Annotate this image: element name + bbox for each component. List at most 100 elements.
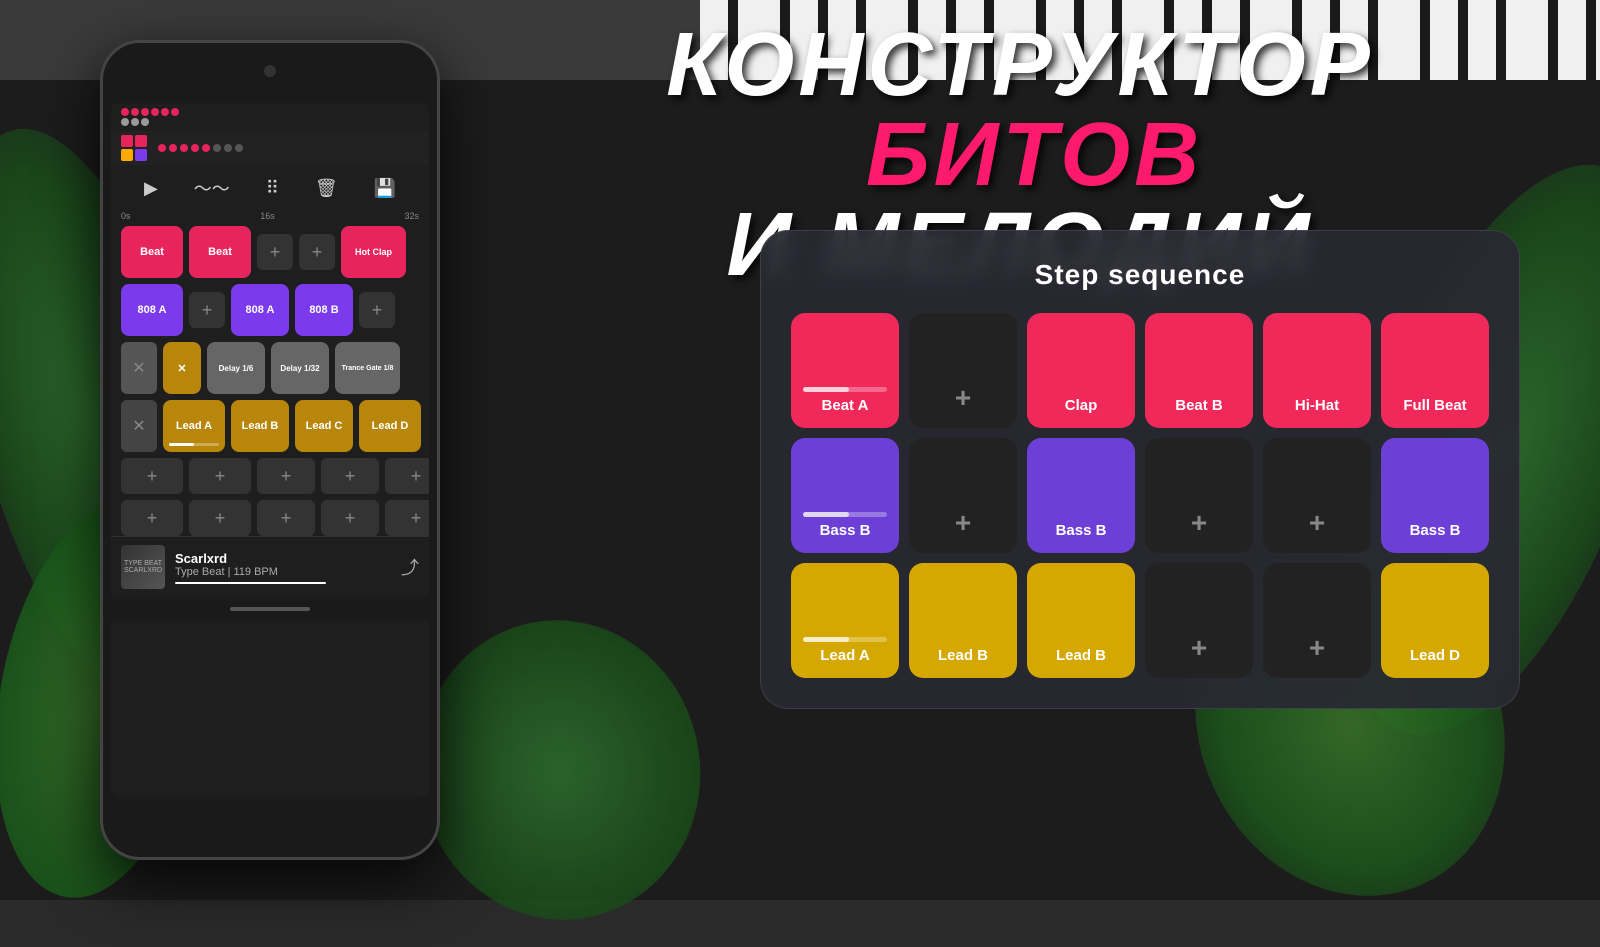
loop-row-808: 808 A + 808 A 808 B +: [121, 284, 419, 336]
loop-block-lead-a[interactable]: Lead A: [163, 400, 225, 452]
cell-volume-slider: [803, 637, 887, 642]
step-cell-hihat[interactable]: Hi-Hat: [1263, 313, 1371, 428]
loop-block-808a[interactable]: 808 A: [121, 284, 183, 336]
step-sequence-panel: Step sequence Beat A + Clap Beat B Hi-Ha…: [760, 230, 1520, 709]
add-loop-button[interactable]: +: [121, 458, 183, 494]
loop-block-808a2[interactable]: 808 A: [231, 284, 289, 336]
step-cell-label: Lead B: [1056, 647, 1106, 664]
status-dot: [121, 108, 129, 116]
step-cell-label: Hi-Hat: [1295, 397, 1339, 414]
phone-loop-area: Beat Beat + + Hot Clap 808 A + 808 A 808…: [111, 226, 429, 536]
pattern-indicator-dot: [202, 144, 210, 152]
step-cell-add-3[interactable]: +: [1145, 438, 1253, 553]
status-dot: [131, 118, 139, 126]
status-dot: [161, 108, 169, 116]
step-cell-lead-b-2[interactable]: Lead B: [1027, 563, 1135, 678]
timeline-16s: 16s: [260, 211, 275, 221]
loop-block-hot-clap[interactable]: Hot Clap: [341, 226, 406, 278]
loop-row-lead: ✕ Lead A Lead B Lead C Lead D: [121, 400, 419, 452]
save-icon[interactable]: 💾: [374, 178, 396, 199]
phone-bottom-bar: TYPE BEAT SCARLXRD Scarlxrd Type Beat | …: [111, 536, 429, 597]
loop-block-808b[interactable]: 808 B: [295, 284, 353, 336]
step-cell-beat-a[interactable]: Beat A: [791, 313, 899, 428]
pattern-indicator-dot: [213, 144, 221, 152]
loop-block-lead-c[interactable]: Lead C: [295, 400, 353, 452]
trash-icon[interactable]: 🗑: [315, 178, 338, 199]
step-cell-beat-b[interactable]: Beat B: [1145, 313, 1253, 428]
pattern-cell: [121, 149, 133, 161]
step-cell-lead-d[interactable]: Lead D: [1381, 563, 1489, 678]
step-cell-lead-b-1[interactable]: Lead B: [909, 563, 1017, 678]
loop-block-delay2[interactable]: Delay 1/32: [271, 342, 329, 394]
add-loop-button[interactable]: +: [189, 458, 251, 494]
step-cell-add-6[interactable]: +: [1263, 563, 1371, 678]
timeline-32s: 32s: [404, 211, 419, 221]
loop-block-beat-a[interactable]: Beat: [121, 226, 183, 278]
add-loop-button[interactable]: +: [385, 458, 429, 494]
cell-volume-slider: [803, 512, 887, 517]
loop-x-button[interactable]: ✕: [121, 400, 157, 452]
track-artist-name: Scarlxrd: [175, 551, 391, 566]
pattern-indicator-dot: [169, 144, 177, 152]
play-icon[interactable]: ▶: [144, 178, 158, 199]
loop-add-button[interactable]: +: [359, 292, 395, 328]
pattern-indicator-dot: [224, 144, 232, 152]
step-cell-add-4[interactable]: +: [1263, 438, 1371, 553]
plus-icon: +: [1191, 507, 1207, 539]
loop-block-delay1[interactable]: Delay 1/6: [207, 342, 265, 394]
add-loop-button[interactable]: +: [121, 500, 183, 536]
loop-row-beat: Beat Beat + + Hot Clap: [121, 226, 419, 278]
loop-row-delay: ✕ ✕ Delay 1/6 Delay 1/32 Trance Gate 1/8: [121, 342, 419, 394]
loop-add-button[interactable]: +: [257, 234, 293, 270]
phone-screen: ▶ 〜〜 ⠿ 🗑 💾 0s 16s 32s Beat Beat + + Hot …: [111, 103, 429, 797]
step-sequence-grid: Beat A + Clap Beat B Hi-Hat Full Beat Ba…: [791, 313, 1489, 678]
loop-block-x-active[interactable]: ✕: [163, 342, 201, 394]
add-loop-button[interactable]: +: [257, 458, 315, 494]
cell-volume-slider: [803, 387, 887, 392]
playback-progress: [175, 582, 326, 584]
loop-block-lead-d[interactable]: Lead D: [359, 400, 421, 452]
loop-block-lead-b[interactable]: Lead B: [231, 400, 289, 452]
phone-toolbar: ▶ 〜〜 ⠿ 🗑 💾: [111, 165, 429, 211]
home-bar: [230, 607, 310, 611]
loop-block-trance[interactable]: Trance Gate 1/8: [335, 342, 400, 394]
plus-icon: +: [955, 382, 971, 414]
waves-icon[interactable]: 〜〜: [194, 175, 230, 201]
step-cell-lead-a[interactable]: Lead A: [791, 563, 899, 678]
step-cell-label: Full Beat: [1403, 397, 1466, 414]
add-loop-button[interactable]: +: [385, 500, 429, 536]
pattern-cell: [135, 149, 147, 161]
step-cell-label: Lead A: [820, 647, 869, 664]
add-loop-button[interactable]: +: [321, 500, 379, 536]
step-cell-bass-b-c[interactable]: Bass B: [1381, 438, 1489, 553]
loop-add-button[interactable]: +: [189, 292, 225, 328]
track-info: Scarlxrd Type Beat | 119 BPM: [175, 551, 391, 584]
step-cell-full-beat[interactable]: Full Beat: [1381, 313, 1489, 428]
add-loop-button[interactable]: +: [257, 500, 315, 536]
phone-timeline: 0s 16s 32s: [111, 211, 429, 226]
status-dot: [151, 108, 159, 116]
add-loop-button[interactable]: +: [321, 458, 379, 494]
phone-camera: [264, 65, 276, 77]
grid-icon[interactable]: ⠿: [266, 178, 279, 199]
plus-icon: +: [1309, 632, 1325, 664]
status-dot: [121, 118, 129, 126]
step-cell-label: Beat A: [822, 397, 869, 414]
title-text-bitov: БИТОВ: [866, 105, 1203, 205]
step-cell-add-5[interactable]: +: [1145, 563, 1253, 678]
step-cell-add-2[interactable]: +: [909, 438, 1017, 553]
loop-x-button[interactable]: ✕: [121, 342, 157, 394]
loop-block-beat-b[interactable]: Beat: [189, 226, 251, 278]
pattern-cell: [121, 135, 133, 147]
step-cell-clap[interactable]: Clap: [1027, 313, 1135, 428]
phone-pattern-header: [111, 131, 429, 165]
step-cell-bass-b-a[interactable]: Bass B: [791, 438, 899, 553]
step-cell-add-1[interactable]: +: [909, 313, 1017, 428]
pattern-indicator-dot: [158, 144, 166, 152]
add-loop-button[interactable]: +: [189, 500, 251, 536]
step-cell-label: Lead B: [938, 647, 988, 664]
step-cell-bass-b-b[interactable]: Bass B: [1027, 438, 1135, 553]
export-icon[interactable]: ⤴: [401, 554, 419, 580]
status-dot: [171, 108, 179, 116]
loop-add-button[interactable]: +: [299, 234, 335, 270]
